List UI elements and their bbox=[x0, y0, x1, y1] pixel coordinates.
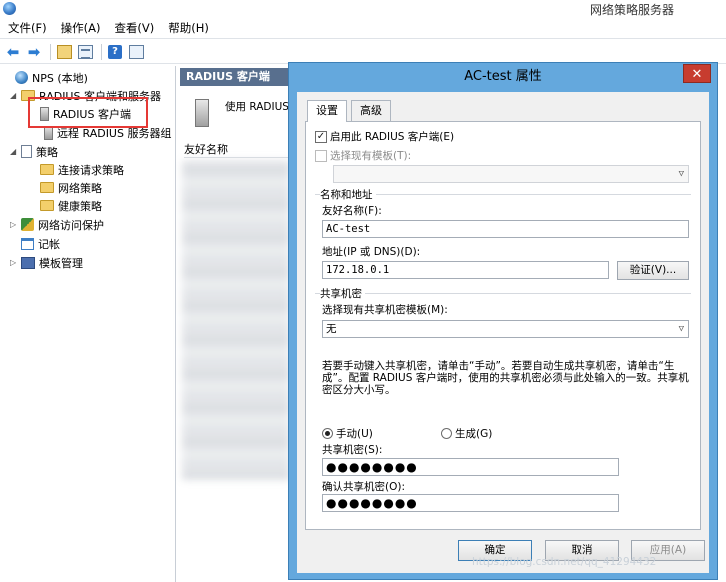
tree-item-policies[interactable]: ◢ 策略 bbox=[10, 143, 58, 160]
pane-description: 使用 RADIUS bbox=[225, 101, 289, 113]
menu-help[interactable]: 帮助(H) bbox=[168, 20, 209, 36]
tree-item-nap[interactable]: ▷ 网络访问保护 bbox=[10, 216, 104, 233]
menu-file[interactable]: 文件(F) bbox=[8, 20, 47, 36]
tree-item-network-policies[interactable]: 网络策略 bbox=[40, 179, 102, 196]
tree-item-label: NPS (本地) bbox=[32, 71, 88, 85]
tree-item-label: 记帐 bbox=[38, 237, 60, 251]
tree-item-label: 模板管理 bbox=[39, 256, 83, 270]
toolbar: ⬅ ➡ ? bbox=[0, 40, 726, 64]
radius-clients-header: RADIUS 客户端 bbox=[180, 68, 292, 86]
tree-item-health-policies[interactable]: 健康策略 bbox=[40, 197, 102, 214]
secret-template-dropdown[interactable]: 无 ▽ bbox=[322, 320, 689, 338]
toolbar-separator bbox=[101, 43, 102, 60]
address-label: 地址(IP 或 DNS)(D): bbox=[322, 246, 421, 258]
folder-icon bbox=[40, 164, 54, 175]
select-template-checkbox[interactable]: 选择现有模板(T): bbox=[315, 148, 411, 163]
chevron-down-icon: ▽ bbox=[678, 324, 684, 334]
log-icon bbox=[21, 237, 34, 250]
show-hide-icon[interactable] bbox=[127, 43, 145, 61]
secret-template-value: 无 bbox=[326, 323, 337, 335]
blurred-client-list bbox=[182, 160, 290, 480]
tree-item-label: 连接请求策略 bbox=[58, 163, 124, 177]
shared-secret-label: 共享机密(S): bbox=[322, 444, 383, 456]
tree-item-label: 健康策略 bbox=[58, 199, 102, 213]
collapsed-arrow-icon[interactable]: ▷ bbox=[10, 258, 19, 267]
radio-generate-label: 生成(G) bbox=[455, 428, 493, 440]
folder-icon bbox=[40, 200, 54, 211]
menu-view[interactable]: 查看(V) bbox=[114, 20, 154, 36]
group-divider bbox=[315, 293, 691, 294]
tree-item-template-management[interactable]: ▷ 模板管理 bbox=[10, 254, 83, 271]
close-icon[interactable]: ✕ bbox=[683, 64, 711, 83]
expanded-arrow-icon[interactable]: ◢ bbox=[10, 147, 19, 156]
enable-client-label: 启用此 RADIUS 客户端(E) bbox=[330, 131, 455, 143]
select-template-label: 选择现有模板(T): bbox=[330, 150, 412, 162]
template-dropdown[interactable]: ▽ bbox=[333, 165, 689, 183]
radio-manual-label: 手动(U) bbox=[336, 428, 373, 440]
dialog-title: AC-test 属性 bbox=[464, 69, 542, 84]
radio-generate[interactable]: 生成(G) bbox=[441, 426, 492, 441]
folder-icon bbox=[40, 182, 54, 193]
up-folder-icon[interactable] bbox=[55, 43, 73, 61]
confirm-secret-input[interactable]: ●●●●●●●● bbox=[322, 494, 619, 512]
watermark-text: https://blog.csdn.net/qq_41294432 bbox=[472, 556, 657, 568]
friendly-name-label: 友好名称(F): bbox=[322, 205, 382, 217]
highlight-annotation-box bbox=[28, 97, 148, 128]
column-header-friendly-name[interactable]: 友好名称 bbox=[184, 142, 292, 158]
shared-secret-input[interactable]: ●●●●●●●● bbox=[322, 458, 619, 476]
menubar: 文件(F) 操作(A) 查看(V) 帮助(H) bbox=[0, 18, 726, 39]
enable-client-checkbox[interactable]: ✓ 启用此 RADIUS 客户端(E) bbox=[315, 129, 454, 144]
expanded-arrow-icon[interactable]: ◢ bbox=[10, 91, 19, 100]
chevron-down-icon: ▽ bbox=[678, 169, 684, 179]
doc-icon bbox=[21, 145, 32, 158]
nps-app-icon bbox=[3, 2, 16, 15]
window-titlebar: 网络策略服务器 bbox=[0, 0, 726, 18]
help-icon[interactable]: ? bbox=[106, 43, 124, 61]
settings-panel: ✓ 启用此 RADIUS 客户端(E) 选择现有模板(T): ▽ 名称和地址 友… bbox=[305, 121, 701, 530]
tree-item-label: 网络策略 bbox=[58, 181, 102, 195]
shared-secret-group-title: 共享机密 bbox=[320, 286, 365, 301]
tree-item-label: 策略 bbox=[36, 145, 58, 159]
properties-icon[interactable] bbox=[76, 43, 94, 61]
forward-arrow-icon[interactable]: ➡ bbox=[25, 43, 43, 61]
radio-manual[interactable]: 手动(U) bbox=[322, 426, 373, 441]
dialog-body: 设置 高级 ✓ 启用此 RADIUS 客户端(E) 选择现有模板(T): ▽ 名… bbox=[297, 92, 709, 573]
radio-circle-icon bbox=[441, 428, 452, 439]
window-title: 网络策略服务器 bbox=[589, 3, 674, 17]
toolbar-separator bbox=[50, 43, 51, 60]
menu-action[interactable]: 操作(A) bbox=[61, 20, 101, 36]
confirm-secret-label: 确认共享机密(O): bbox=[322, 481, 405, 493]
tab-settings[interactable]: 设置 bbox=[307, 100, 347, 122]
globe-icon bbox=[15, 71, 28, 84]
name-address-group-title: 名称和地址 bbox=[320, 187, 376, 202]
server-icon bbox=[195, 99, 209, 127]
radio-dot-icon bbox=[322, 428, 333, 439]
properties-dialog: AC-test 属性 ✕ 设置 高级 ✓ 启用此 RADIUS 客户端(E) 选… bbox=[288, 62, 718, 580]
address-input[interactable]: 172.18.0.1 bbox=[322, 261, 609, 279]
tree-item-accounting[interactable]: 记帐 bbox=[21, 235, 60, 252]
verify-button[interactable]: 验证(V)... bbox=[617, 261, 689, 280]
tree-item-connection-request-policies[interactable]: 连接请求策略 bbox=[40, 161, 124, 178]
back-arrow-icon[interactable]: ⬅ bbox=[4, 43, 22, 61]
tree-item-nps-local[interactable]: NPS (本地) bbox=[4, 69, 88, 86]
checkbox-box bbox=[315, 149, 327, 162]
tab-advanced[interactable]: 高级 bbox=[351, 100, 391, 121]
friendly-name-input[interactable]: AC-test bbox=[322, 220, 689, 238]
collapsed-arrow-icon[interactable]: ▷ bbox=[10, 220, 19, 229]
template-icon bbox=[21, 256, 35, 269]
tree-item-label: 网络访问保护 bbox=[38, 218, 104, 232]
shield-icon bbox=[21, 218, 34, 231]
secret-description: 若要手动键入共享机密，请单击“手动”。若要自动生成共享机密，请单击“生成”。配置… bbox=[322, 360, 689, 396]
secret-template-label: 选择现有共享机密模板(M): bbox=[322, 304, 448, 316]
checkmark-icon: ✓ bbox=[315, 130, 327, 143]
